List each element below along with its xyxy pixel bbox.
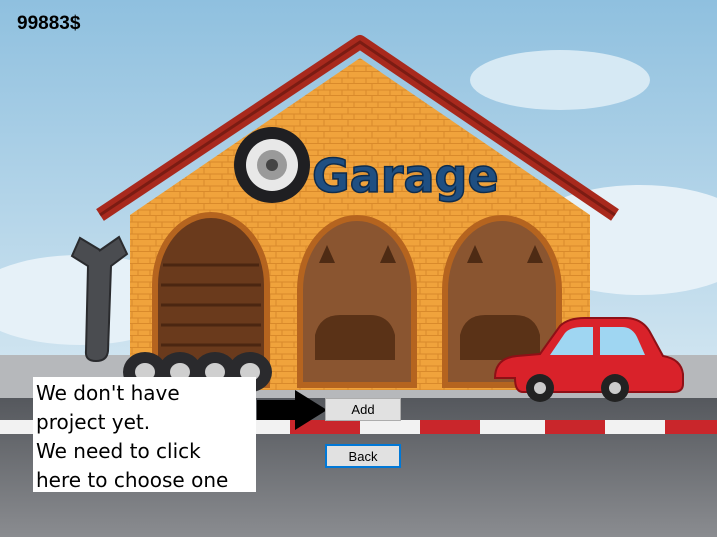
tutorial-line: We don't have bbox=[36, 381, 180, 405]
tutorial-line: here to choose one bbox=[36, 468, 229, 492]
add-button[interactable]: Add bbox=[325, 398, 401, 421]
tutorial-note: We don't have project yet. We need to cl… bbox=[33, 377, 256, 492]
money-display: 99883$ bbox=[17, 13, 81, 34]
cloud bbox=[470, 50, 650, 110]
tutorial-line: We need to click bbox=[36, 439, 201, 463]
tutorial-line: project yet. bbox=[36, 410, 151, 434]
garage-bay-middle bbox=[297, 215, 417, 388]
garage-screen: Garage 99883$ We don't have project yet.… bbox=[0, 0, 717, 537]
back-button[interactable]: Back bbox=[325, 444, 401, 468]
tire-icon bbox=[234, 127, 310, 203]
garage-sign: Garage bbox=[312, 149, 499, 203]
